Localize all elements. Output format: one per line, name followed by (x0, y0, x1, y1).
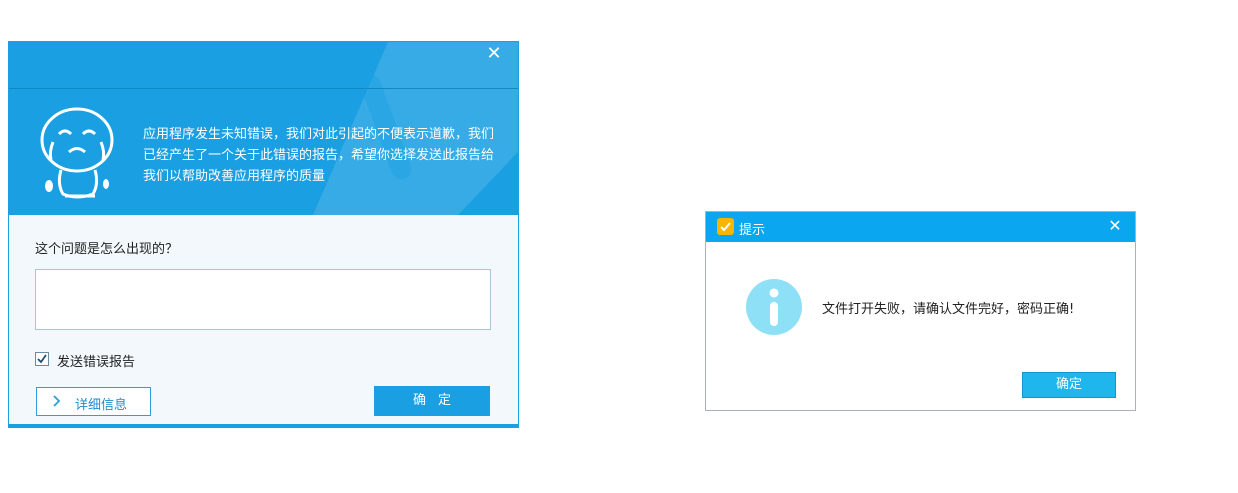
close-icon[interactable]: ✕ (484, 44, 504, 64)
problem-description-input[interactable] (35, 269, 491, 330)
send-report-checkbox[interactable] (35, 352, 49, 366)
question-label: 这个问题是怎么出现的？ (35, 242, 179, 257)
info-icon (746, 279, 802, 335)
alert-title: 提示 (739, 223, 766, 238)
alert-dialog: 提示 ✕ 文件打开失败，请确认文件完好，密码正确! 确定 (705, 211, 1136, 411)
crash-ok-button[interactable]: 确定 (374, 386, 490, 416)
alert-titlebar: 提示 ✕ (706, 212, 1135, 242)
app-icon (717, 218, 734, 235)
alert-ok-button[interactable]: 确定 (1022, 372, 1116, 398)
crash-report-dialog: ✕ 应用程序发生未知错误，我们对此引起的不便表示道歉，我们已经产生了一个关于此错… (8, 41, 519, 428)
crash-dialog-header: ✕ 应用程序发生未知错误，我们对此引起的不便表示道歉，我们已经产生了一个关于此错… (9, 42, 518, 215)
alert-message: 文件打开失败，请确认文件完好，密码正确! (822, 302, 1075, 317)
close-icon[interactable]: ✕ (1105, 216, 1125, 236)
crash-dialog-bottom-border (9, 424, 518, 427)
details-button[interactable]: 详细信息 (36, 387, 151, 416)
checkmark-icon (37, 354, 47, 364)
details-button-label: 详细信息 (75, 398, 128, 413)
send-report-label: 发送错误报告 (57, 355, 136, 370)
crash-dialog-titlebar: ✕ (9, 42, 518, 89)
chevron-right-icon (53, 395, 61, 407)
crash-message: 应用程序发生未知错误，我们对此引起的不便表示道歉，我们已经产生了一个关于此错误的… (143, 127, 495, 184)
crying-mascot-icon (40, 107, 114, 199)
